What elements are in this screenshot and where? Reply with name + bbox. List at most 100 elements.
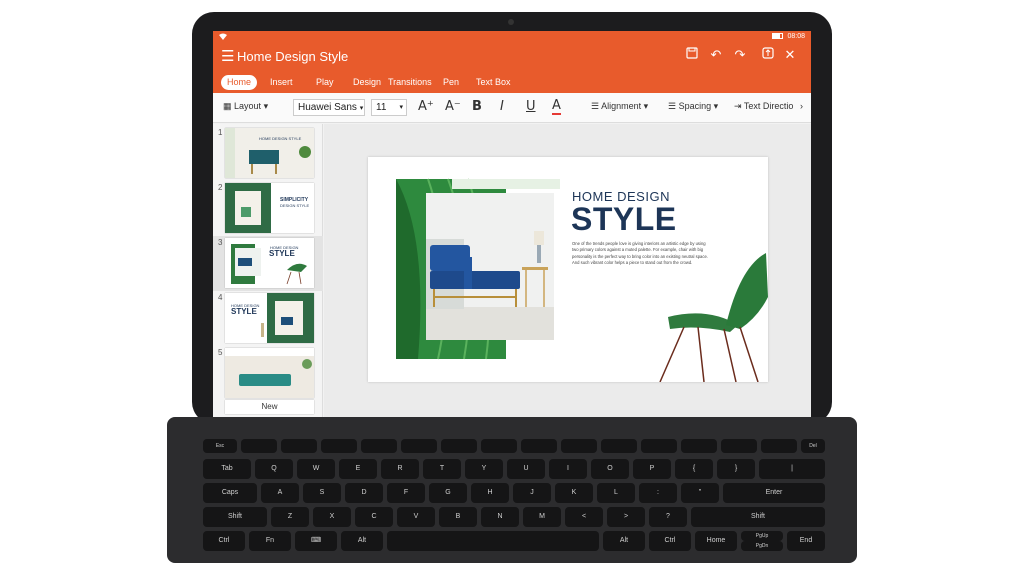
increase-font-button[interactable]: A⁺ — [418, 99, 434, 114]
tab-design[interactable]: Design — [353, 75, 381, 90]
key-b[interactable]: B — [439, 507, 477, 527]
key-keyboard[interactable]: ⌨ — [295, 531, 337, 551]
alignment-button[interactable]: ☰ Alignment ▾ — [591, 101, 648, 112]
key-pgdn[interactable]: PgDn — [741, 541, 783, 551]
key-pipe[interactable]: | — [759, 459, 825, 479]
key-shift-left[interactable]: Shift — [203, 507, 267, 527]
italic-button[interactable]: I — [500, 99, 504, 114]
key-right-brace[interactable]: } — [717, 459, 755, 479]
key-j[interactable]: J — [513, 483, 551, 503]
key-t[interactable]: T — [423, 459, 461, 479]
key-d[interactable]: D — [345, 483, 383, 503]
key-o[interactable]: O — [591, 459, 629, 479]
key-fn[interactable]: Fn — [249, 531, 291, 551]
current-slide[interactable]: HOME DESIGN STYLE One of the trends peop… — [368, 157, 768, 382]
key-esc[interactable]: Esc — [203, 439, 237, 453]
key-shift-right[interactable]: Shift — [691, 507, 825, 527]
key-f5[interactable] — [401, 439, 437, 453]
key-caps[interactable]: Caps — [203, 483, 257, 503]
key-f1[interactable] — [241, 439, 277, 453]
slide-thumb-2[interactable]: 2 SIMPLICITY DESIGN STYLE — [213, 181, 323, 236]
key-del[interactable]: Del — [801, 439, 825, 453]
key-s[interactable]: S — [303, 483, 341, 503]
key-p[interactable]: P — [633, 459, 671, 479]
key-e[interactable]: E — [339, 459, 377, 479]
decrease-font-button[interactable]: A⁻ — [445, 99, 461, 114]
save-icon[interactable] — [683, 47, 701, 62]
key-z[interactable]: Z — [271, 507, 309, 527]
key-q[interactable]: Q — [255, 459, 293, 479]
key-quote[interactable]: " — [681, 483, 719, 503]
slide-thumb-5[interactable]: 5 — [213, 346, 323, 401]
font-name-select[interactable]: Huawei Sans ▾ — [293, 99, 365, 116]
key-h[interactable]: H — [471, 483, 509, 503]
key-less-than[interactable]: < — [565, 507, 603, 527]
new-slide-button[interactable]: New — [225, 400, 314, 414]
key-v[interactable]: V — [397, 507, 435, 527]
key-x[interactable]: X — [313, 507, 351, 527]
key-y[interactable]: Y — [465, 459, 503, 479]
key-pgup[interactable]: PgUp — [741, 531, 783, 541]
key-k[interactable]: K — [555, 483, 593, 503]
key-left-brace[interactable]: { — [675, 459, 713, 479]
key-f3[interactable] — [321, 439, 357, 453]
key-f13[interactable] — [721, 439, 757, 453]
status-time: 08:08 — [787, 33, 805, 40]
tab-play[interactable]: Play — [316, 75, 334, 90]
tab-home[interactable]: Home — [221, 75, 258, 90]
underline-button[interactable]: U — [526, 99, 536, 114]
tab-insert[interactable]: Insert — [270, 75, 293, 90]
key-f10[interactable] — [601, 439, 637, 453]
key-l[interactable]: L — [597, 483, 635, 503]
key-greater-than[interactable]: > — [607, 507, 645, 527]
key-a[interactable]: A — [261, 483, 299, 503]
tab-transitions[interactable]: Transitions — [388, 75, 432, 90]
key-f[interactable]: F — [387, 483, 425, 503]
key-question[interactable]: ? — [649, 507, 687, 527]
close-icon[interactable]: ✕ — [781, 47, 799, 63]
slide-thumb-1[interactable]: 1 HOME DESIGN STYLE — [213, 126, 323, 181]
key-f14[interactable] — [761, 439, 797, 453]
key-home[interactable]: Home — [695, 531, 737, 551]
key-space[interactable] — [387, 531, 599, 551]
key-f2[interactable] — [281, 439, 317, 453]
slide-thumb-3[interactable]: 3 HOME DESIGN STYLE — [213, 236, 323, 291]
key-i[interactable]: I — [549, 459, 587, 479]
key-w[interactable]: W — [297, 459, 335, 479]
key-f6[interactable] — [441, 439, 477, 453]
key-f7[interactable] — [481, 439, 517, 453]
share-icon[interactable] — [759, 47, 777, 62]
layout-button[interactable]: ▦ Layout ▾ — [223, 101, 268, 112]
key-f11[interactable] — [641, 439, 677, 453]
redo-icon[interactable]: ↷ — [731, 47, 749, 63]
key-f12[interactable] — [681, 439, 717, 453]
font-color-button[interactable]: A — [552, 99, 561, 115]
key-n[interactable]: N — [481, 507, 519, 527]
key-m[interactable]: M — [523, 507, 561, 527]
toolbar-more-icon[interactable]: › — [800, 101, 803, 111]
key-colon[interactable]: : — [639, 483, 677, 503]
key-alt-right[interactable]: Alt — [603, 531, 645, 551]
hamburger-menu-icon[interactable]: ☰ — [221, 47, 234, 65]
key-enter[interactable]: Enter — [723, 483, 825, 503]
key-f8[interactable] — [521, 439, 557, 453]
key-r[interactable]: R — [381, 459, 419, 479]
undo-icon[interactable]: ↶ — [707, 47, 725, 63]
key-ctrl-right[interactable]: Ctrl — [649, 531, 691, 551]
key-tab[interactable]: Tab — [203, 459, 251, 479]
key-alt-left[interactable]: Alt — [341, 531, 383, 551]
tab-pen[interactable]: Pen — [443, 75, 459, 90]
slide-thumb-4[interactable]: 4 HOME DESIGN STYLE — [213, 291, 323, 346]
bold-button[interactable]: B — [472, 99, 482, 114]
font-size-select[interactable]: 11 ▾ — [371, 99, 407, 116]
key-f4[interactable] — [361, 439, 397, 453]
key-c[interactable]: C — [355, 507, 393, 527]
key-u[interactable]: U — [507, 459, 545, 479]
text-direction-button[interactable]: ⇥ Text Directio — [734, 101, 802, 112]
spacing-button[interactable]: ☰ Spacing ▾ — [668, 101, 718, 112]
key-g[interactable]: G — [429, 483, 467, 503]
tab-text-box[interactable]: Text Box — [476, 75, 511, 90]
key-f9[interactable] — [561, 439, 597, 453]
key-ctrl-left[interactable]: Ctrl — [203, 531, 245, 551]
key-end[interactable]: End — [787, 531, 825, 551]
